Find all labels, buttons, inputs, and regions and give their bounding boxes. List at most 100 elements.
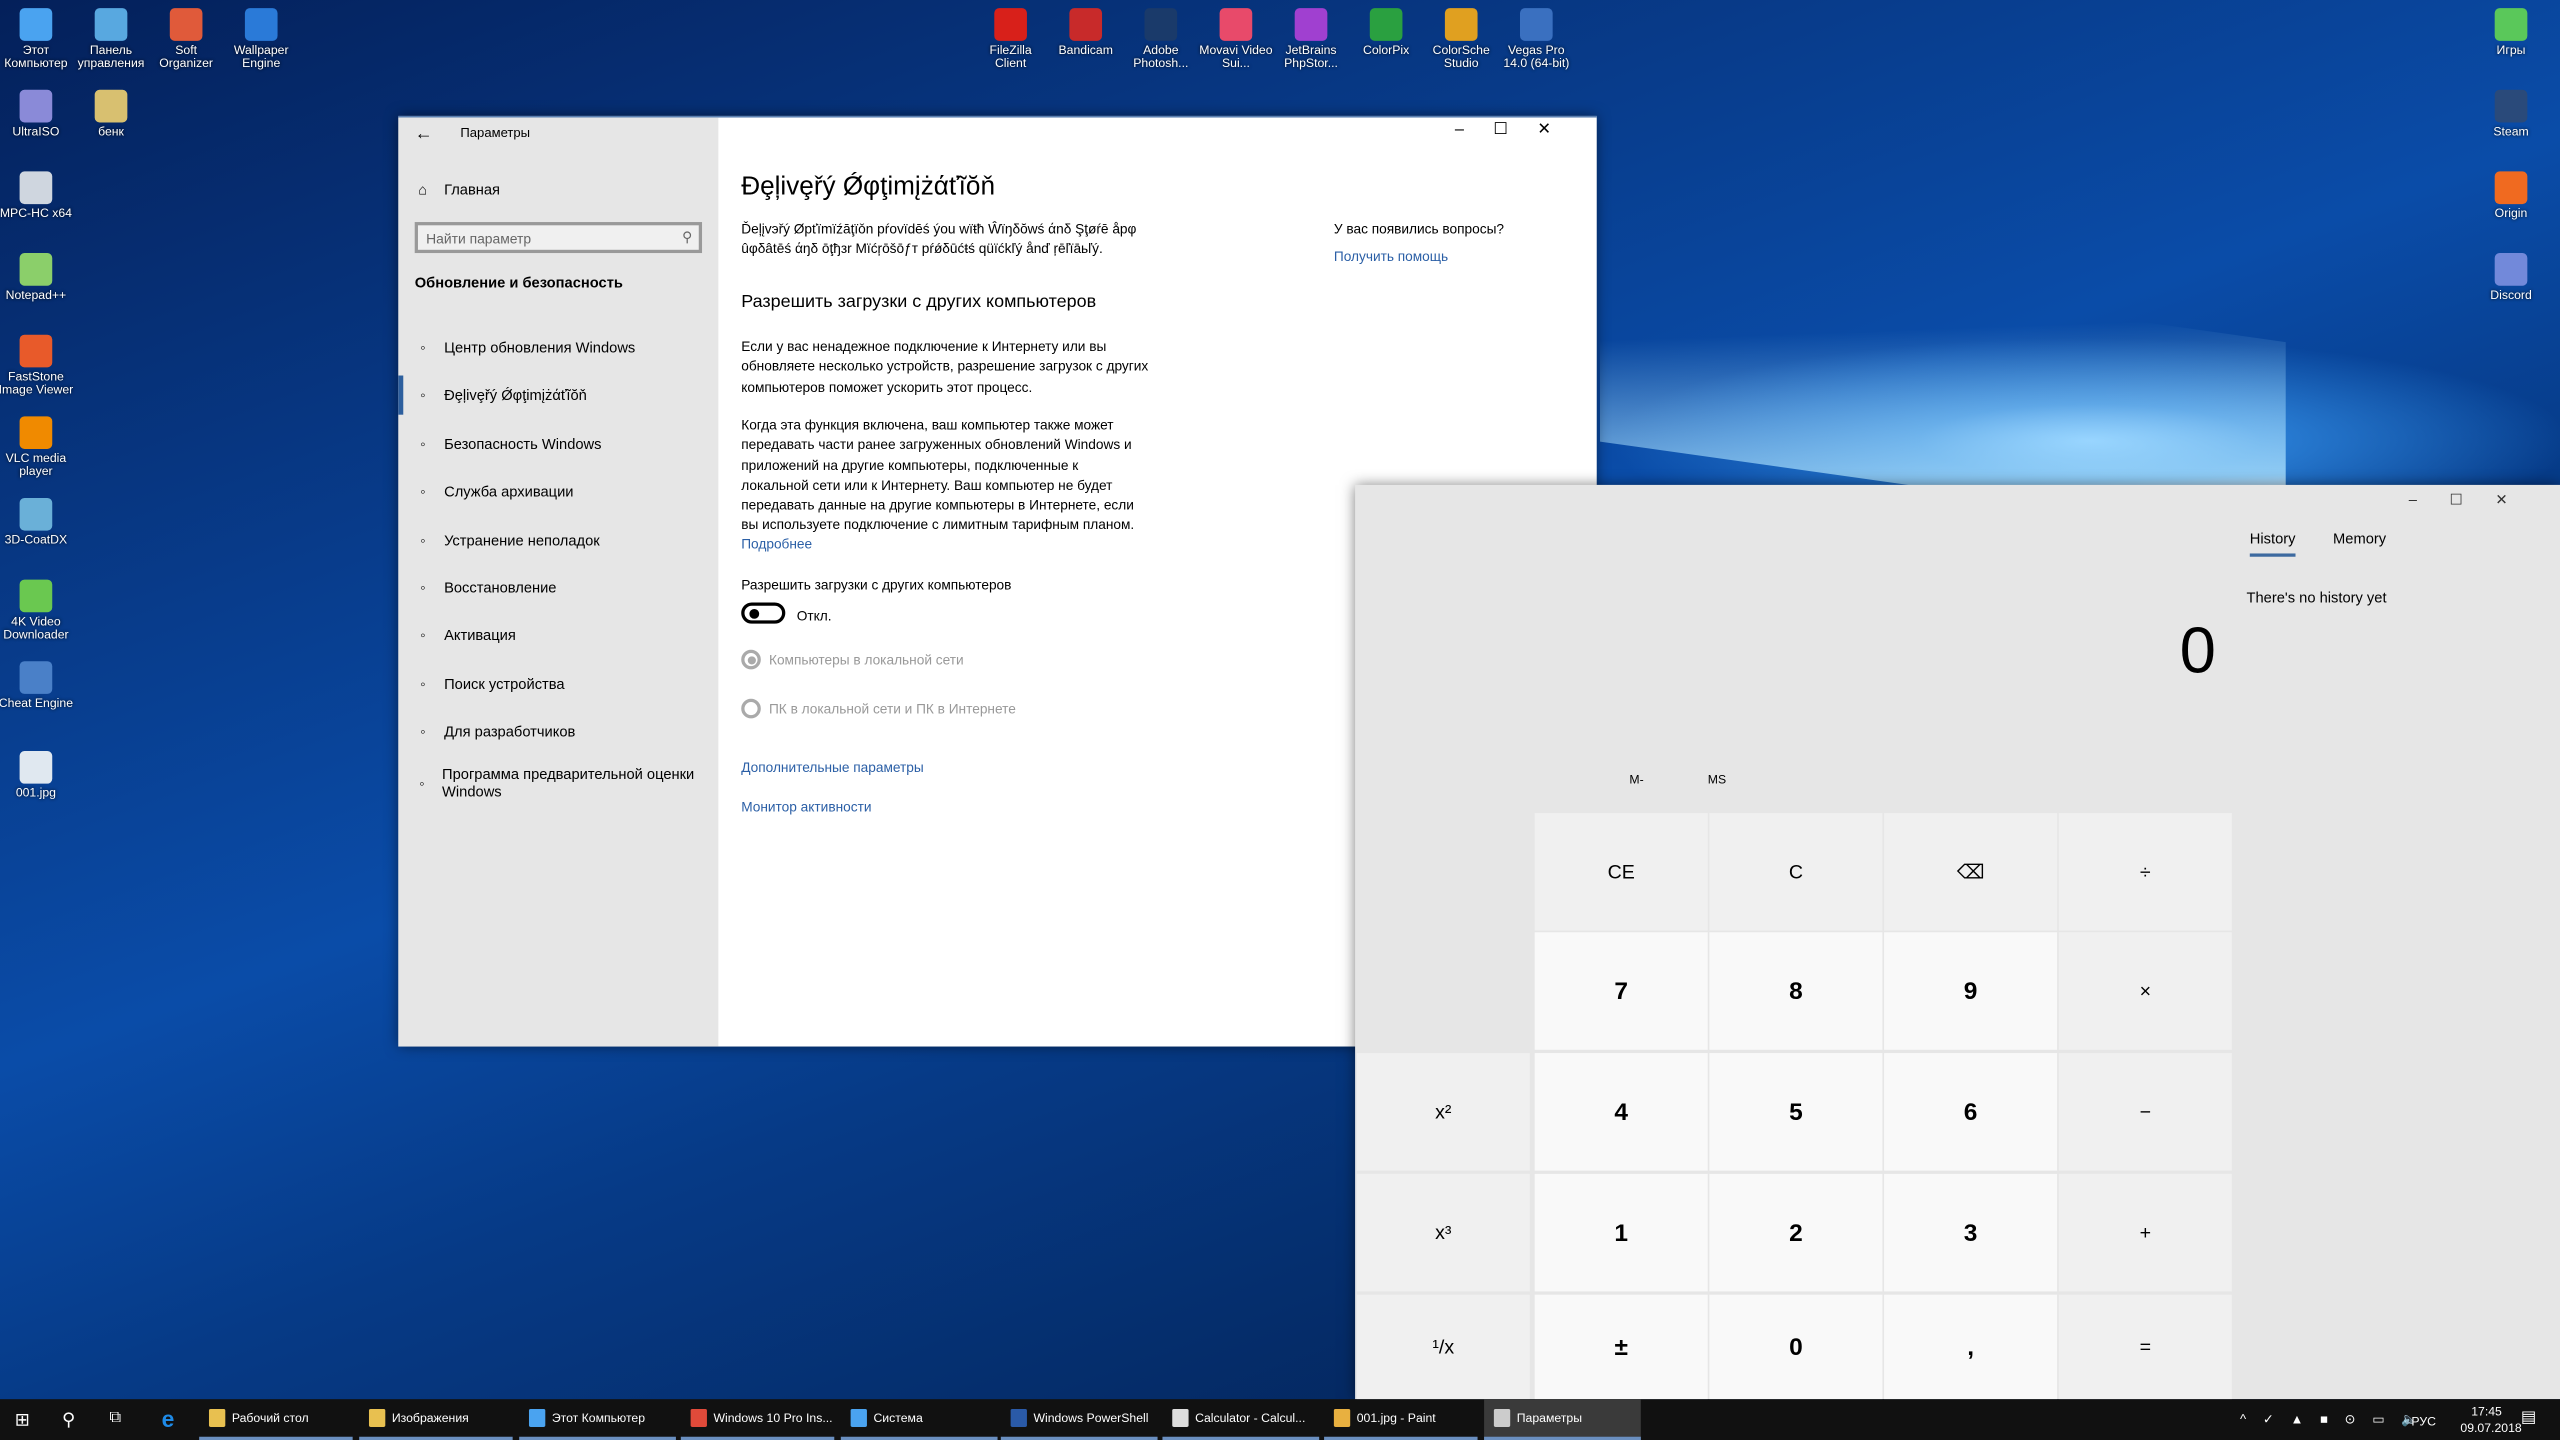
memory-minus-button[interactable]: M- <box>1629 772 1643 787</box>
image-file-icon <box>19 751 53 784</box>
taskbar-item-label: Параметры <box>1516 1410 1583 1426</box>
nav-item[interactable]: ◦ Безопасность Windows <box>398 424 718 463</box>
nav-item-label: Служба архивации <box>444 483 574 500</box>
desktop-icon[interactable]: Игры <box>2473 8 2548 57</box>
search-input[interactable]: Найти параметр ⚲ <box>414 222 703 254</box>
notifications-icon[interactable]: ▤ <box>2521 1409 2536 1427</box>
nav-home[interactable]: ⌂ Главная <box>398 170 718 209</box>
calc-key[interactable]: 7 <box>1534 932 1708 1050</box>
calc-key[interactable]: 1 <box>1534 1173 1708 1292</box>
calc-key[interactable]: 8 <box>1709 932 1883 1050</box>
memory-store-button[interactable]: MS <box>1708 772 1726 787</box>
desktop-icon[interactable]: 001.jpg <box>0 751 73 800</box>
desktop-icon[interactable]: Vegas Pro 14.0 (64-bit) <box>1499 8 1574 70</box>
window-controls[interactable]: –☐✕ <box>1455 121 1581 139</box>
learn-more-link[interactable]: Подробнее <box>741 534 812 554</box>
desktop-icon[interactable]: Origin <box>2473 171 2548 220</box>
calc-key[interactable]: 3 <box>1884 1173 2058 1292</box>
desktop-icon[interactable]: Wallpaper Engine <box>224 8 299 70</box>
back-arrow-icon[interactable]: ← <box>415 124 433 144</box>
description-paragraph: Если у вас ненадежное подключение к Инте… <box>741 336 1148 396</box>
desktop-icon[interactable]: UltraISO <box>0 89 73 139</box>
desktop-icon[interactable]: FastStone Image Viewer <box>0 334 73 397</box>
desktop-icon[interactable]: FileZilla Client <box>973 8 1048 70</box>
calc-key[interactable]: 2 <box>1709 1173 1883 1292</box>
calc-key[interactable]: + <box>2058 1173 2232 1292</box>
radio-local-and-internet[interactable]: ПК в локальной сети и ПК в Интернете <box>741 699 1016 719</box>
desktop-icon[interactable]: Этот Компьютер <box>0 8 73 70</box>
nav-item[interactable]: ◦ Активация <box>398 616 718 655</box>
peer-downloads-toggle[interactable] <box>741 602 786 624</box>
desktop-icon[interactable]: MPC-HC x64 <box>0 171 73 220</box>
taskbar-item[interactable]: Изображения <box>359 1399 513 1440</box>
nav-item[interactable]: ◦ Поиск устройства <box>398 664 718 703</box>
tab-history[interactable]: History <box>2249 531 2296 557</box>
calc-key[interactable]: × <box>2058 932 2232 1050</box>
desktop-icon[interactable]: VLC media player <box>0 416 73 478</box>
desktop-icon[interactable]: Discord <box>2473 253 2548 302</box>
search-icon[interactable]: ⚲ <box>62 1409 75 1431</box>
calc-key[interactable]: C <box>1709 813 1883 931</box>
calc-key[interactable]: x³ <box>1356 1173 1530 1292</box>
taskbar-item[interactable]: Система <box>840 1399 998 1440</box>
desktop-icon[interactable]: JetBrains PhpStor... <box>1273 8 1348 70</box>
taskbar-item[interactable]: Windows PowerShell <box>1000 1399 1158 1440</box>
nav-item[interactable]: ◦ Служба архивации <box>398 472 718 511</box>
nav-item[interactable]: ◦ Программа предварительной оценки Window… <box>398 759 718 808</box>
desktop-icon[interactable]: Soft Organizer <box>149 8 224 70</box>
desktop-icon[interactable]: Панель управления <box>73 8 148 70</box>
desktop-icon[interactable]: Cheat Engine <box>0 661 73 710</box>
input-language[interactable]: РУС <box>2411 1414 2436 1429</box>
desktop-icon[interactable]: Notepad++ <box>0 253 73 302</box>
taskbar-item[interactable]: 001.jpg - Paint <box>1324 1399 1478 1440</box>
tab-memory[interactable]: Memory <box>2333 531 2386 547</box>
nav-item[interactable]: ◦ Восстановление <box>398 568 718 607</box>
nav-item[interactable]: ◦ Для разработчиков <box>398 712 718 751</box>
advanced-options-link[interactable]: Дополнительные параметры <box>741 758 923 778</box>
taskbar-item[interactable]: Рабочий стол <box>199 1399 353 1440</box>
desktop-icon[interactable]: 3D-CoatDX <box>0 497 73 547</box>
desktop-icon[interactable]: Steam <box>2473 89 2548 139</box>
desktop-icon[interactable]: ColorPix <box>1349 8 1424 57</box>
calc-key[interactable]: 9 <box>1884 932 2058 1050</box>
nav-item[interactable]: ◦ Устранение неполадок <box>398 521 718 560</box>
desktop-icon[interactable]: Movavi Video Sui... <box>1198 8 1273 70</box>
calc-key[interactable]: − <box>2058 1053 2232 1171</box>
radio-local-network[interactable]: Компьютеры в локальной сети <box>741 650 964 670</box>
calc-key[interactable]: = <box>2058 1294 2232 1400</box>
nav-item[interactable]: ◦ Центр обновления Windows <box>398 328 718 367</box>
taskbar-item[interactable]: Calculator - Calcul... <box>1162 1399 1320 1440</box>
clock[interactable]: 17:45 09.07.2018 <box>2460 1404 2521 1437</box>
calc-key[interactable]: , <box>1884 1294 2058 1400</box>
calc-key[interactable]: x² <box>1356 1053 1530 1171</box>
calc-key[interactable]: ⌫ <box>1884 813 2058 931</box>
desktop-icon[interactable]: бенк <box>73 89 148 139</box>
calc-key[interactable]: ÷ <box>2058 813 2232 931</box>
calc-key[interactable]: ± <box>1534 1294 1708 1400</box>
taskbar-item[interactable]: Windows 10 Pro Ins... <box>680 1399 835 1440</box>
clock-time: 17:45 <box>2471 1404 2502 1419</box>
calc-key[interactable]: 0 <box>1709 1294 1883 1400</box>
paragraph-line: вы используете подключение с лимитным та… <box>741 516 1135 534</box>
calc-key[interactable]: 6 <box>1884 1053 2058 1171</box>
task-view-icon[interactable]: ⧉ <box>109 1409 121 1427</box>
tray-icons[interactable]: ^ ✓ ▲ ■ ⊙ ▭ 🔈 <box>2240 1412 2424 1427</box>
shield-icon: ◦ <box>420 435 426 453</box>
desktop-icon[interactable]: Adobe Photosh... <box>1123 8 1198 70</box>
calc-window-controls[interactable]: –☐✕ <box>2409 491 2541 509</box>
desktop-icon-label: Игры <box>2496 42 2526 58</box>
calc-key[interactable]: 4 <box>1534 1053 1708 1171</box>
taskbar-item[interactable]: Параметры <box>1484 1399 1641 1440</box>
desktop-icon[interactable]: ColorSche Studio <box>1424 8 1499 70</box>
get-help-link[interactable]: Получить помощь <box>1334 247 1448 267</box>
nav-item[interactable]: ◦ Ðȩļivȩřý Ǿφţimįżάťĩŏň <box>398 375 718 415</box>
desktop-icon[interactable]: Bandicam <box>1048 8 1123 57</box>
calc-key[interactable]: 5 <box>1709 1053 1883 1171</box>
desktop-icon[interactable]: 4K Video Downloader <box>0 579 73 642</box>
calc-key[interactable]: ¹/x <box>1356 1294 1530 1400</box>
activity-monitor-link[interactable]: Монитор активности <box>741 797 871 817</box>
calc-key[interactable]: CE <box>1534 813 1708 931</box>
start-windows-icon[interactable]: ⊞ <box>15 1409 30 1431</box>
taskbar-item[interactable]: Этот Компьютер <box>519 1399 676 1440</box>
edge-browser-icon[interactable]: e <box>162 1406 175 1432</box>
